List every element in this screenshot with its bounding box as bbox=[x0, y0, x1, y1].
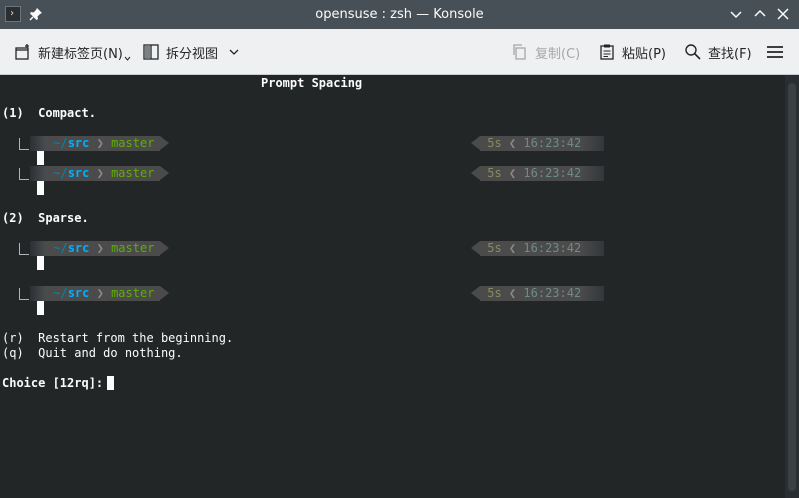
dir-tilde: ~/ bbox=[53, 286, 68, 300]
dir-tilde: ~/ bbox=[53, 166, 68, 180]
separator-left-icon: ❮ bbox=[508, 286, 517, 300]
separator-icon: ❯ bbox=[96, 136, 104, 150]
paste-button[interactable]: 粘贴(P) bbox=[598, 29, 666, 75]
git-branch: master bbox=[111, 286, 155, 300]
paste-icon bbox=[600, 44, 614, 60]
scrollbar-thumb[interactable] bbox=[788, 83, 796, 491]
exec-duration: 5s bbox=[487, 136, 502, 150]
cursor-block bbox=[37, 151, 44, 165]
dir-name: src bbox=[67, 166, 90, 180]
terminal-area[interactable]: Prompt Spacing (1) Compact. ~/src ❯ mast… bbox=[0, 75, 785, 498]
prompt-preview-compact-2: ~/src ❯ master 5s ❮ 16:23:42 bbox=[0, 166, 785, 195]
find-label: 查找(F) bbox=[708, 46, 752, 62]
exec-duration: 5s bbox=[487, 241, 502, 255]
split-view-icon bbox=[143, 44, 159, 60]
dropdown-arrow-icon bbox=[124, 56, 131, 61]
right-segment: 5s ❮ 16:23:42 bbox=[480, 166, 582, 181]
menu-button[interactable] bbox=[766, 29, 784, 75]
powerline-arrow-left-icon bbox=[471, 166, 480, 180]
chevron-up-icon[interactable] bbox=[752, 6, 768, 22]
find-button[interactable]: 查找(F) bbox=[684, 29, 752, 75]
prompt-bracket-icon bbox=[19, 243, 29, 255]
right-segment: 5s ❮ 16:23:42 bbox=[480, 241, 582, 256]
dir-name: src bbox=[67, 136, 90, 150]
powerline-arrow-icon bbox=[160, 286, 169, 300]
exec-duration: 5s bbox=[487, 286, 502, 300]
window-titlebar[interactable]: › opensuse : zsh — Konsole bbox=[0, 0, 799, 29]
segment-fade bbox=[30, 241, 46, 256]
prompt-bracket-icon bbox=[19, 138, 29, 150]
option-restart: (r) Restart from the beginning. bbox=[2, 331, 234, 345]
toolbar: 新建标签页(N) 拆分视图 复制(C) 粘贴(P) 查找(F) bbox=[0, 29, 799, 75]
git-branch: master bbox=[111, 241, 155, 255]
option-quit: (q) Quit and do nothing. bbox=[2, 346, 183, 360]
cursor-block bbox=[37, 256, 44, 270]
new-tab-label: 新建标签页(N) bbox=[38, 46, 123, 62]
powerline-arrow-icon bbox=[160, 166, 169, 180]
prompt-time: 16:23:42 bbox=[523, 166, 582, 180]
split-view-button[interactable]: 拆分视图 bbox=[142, 29, 240, 75]
dir-name: src bbox=[67, 286, 90, 300]
prompt-time: 16:23:42 bbox=[523, 136, 582, 150]
segment-fade bbox=[30, 136, 46, 151]
prompt-bracket-icon bbox=[19, 288, 29, 300]
heading-text: Prompt Spacing bbox=[261, 76, 363, 90]
git-branch: master bbox=[111, 136, 155, 150]
dir-tilde: ~/ bbox=[53, 136, 68, 150]
hamburger-menu-icon bbox=[767, 46, 783, 58]
powerline-arrow-left-icon bbox=[471, 241, 480, 255]
separator-icon: ❯ bbox=[96, 166, 104, 180]
separator-icon: ❯ bbox=[96, 286, 104, 300]
git-branch: master bbox=[111, 166, 155, 180]
segment-fade bbox=[30, 166, 46, 181]
window-title: opensuse : zsh — Konsole bbox=[315, 7, 484, 22]
input-cursor[interactable] bbox=[107, 376, 114, 390]
option-compact: (1) Compact. bbox=[2, 106, 96, 120]
powerline-arrow-icon bbox=[160, 136, 169, 150]
separator-left-icon: ❮ bbox=[508, 166, 517, 180]
right-segment: 5s ❮ 16:23:42 bbox=[480, 136, 582, 151]
cursor-block bbox=[37, 181, 44, 195]
left-segment: ~/src ❯ master bbox=[46, 136, 160, 151]
exec-duration: 5s bbox=[487, 166, 502, 180]
prompt-bracket-icon bbox=[19, 168, 29, 180]
split-view-label: 拆分视图 bbox=[166, 46, 219, 62]
copy-label: 复制(C) bbox=[535, 46, 581, 62]
segment-fade-right bbox=[580, 241, 604, 256]
left-segment: ~/src ❯ master bbox=[46, 166, 160, 181]
prompt-preview-compact-1: ~/src ❯ master 5s ❮ 16:23:42 bbox=[0, 136, 785, 165]
cursor-block bbox=[37, 301, 44, 315]
close-icon[interactable] bbox=[775, 6, 791, 22]
dir-name: src bbox=[67, 241, 90, 255]
powerline-arrow-icon bbox=[160, 241, 169, 255]
chevron-down-icon bbox=[229, 49, 239, 55]
chevron-down-icon[interactable] bbox=[728, 6, 744, 22]
new-tab-icon bbox=[15, 44, 29, 60]
prompt-time: 16:23:42 bbox=[523, 241, 582, 255]
scrollbar[interactable] bbox=[785, 75, 799, 498]
copy-icon bbox=[513, 44, 526, 60]
left-segment: ~/src ❯ master bbox=[46, 286, 160, 301]
powerline-arrow-left-icon bbox=[471, 136, 480, 150]
prompt-preview-sparse-2: ~/src ❯ master 5s ❮ 16:23:42 bbox=[0, 286, 785, 315]
dir-tilde: ~/ bbox=[53, 241, 68, 255]
separator-icon: ❯ bbox=[96, 241, 104, 255]
prompt-time: 16:23:42 bbox=[523, 286, 582, 300]
separator-left-icon: ❮ bbox=[508, 136, 517, 150]
left-segment: ~/src ❯ master bbox=[46, 241, 160, 256]
choice-prompt: Choice [12rq]: bbox=[2, 376, 111, 390]
search-icon bbox=[685, 44, 701, 60]
segment-fade-right bbox=[580, 286, 604, 301]
right-segment: 5s ❮ 16:23:42 bbox=[480, 286, 582, 301]
segment-fade-right bbox=[580, 166, 604, 181]
powerline-arrow-left-icon bbox=[471, 286, 480, 300]
segment-fade bbox=[30, 286, 46, 301]
new-tab-button[interactable]: 新建标签页(N) bbox=[14, 29, 131, 75]
paste-label: 粘贴(P) bbox=[622, 46, 666, 62]
segment-fade-right bbox=[580, 136, 604, 151]
separator-left-icon: ❮ bbox=[508, 241, 517, 255]
option-sparse: (2) Sparse. bbox=[2, 211, 89, 225]
prompt-preview-sparse-1: ~/src ❯ master 5s ❮ 16:23:42 bbox=[0, 241, 785, 270]
copy-button[interactable]: 复制(C) bbox=[511, 29, 580, 75]
